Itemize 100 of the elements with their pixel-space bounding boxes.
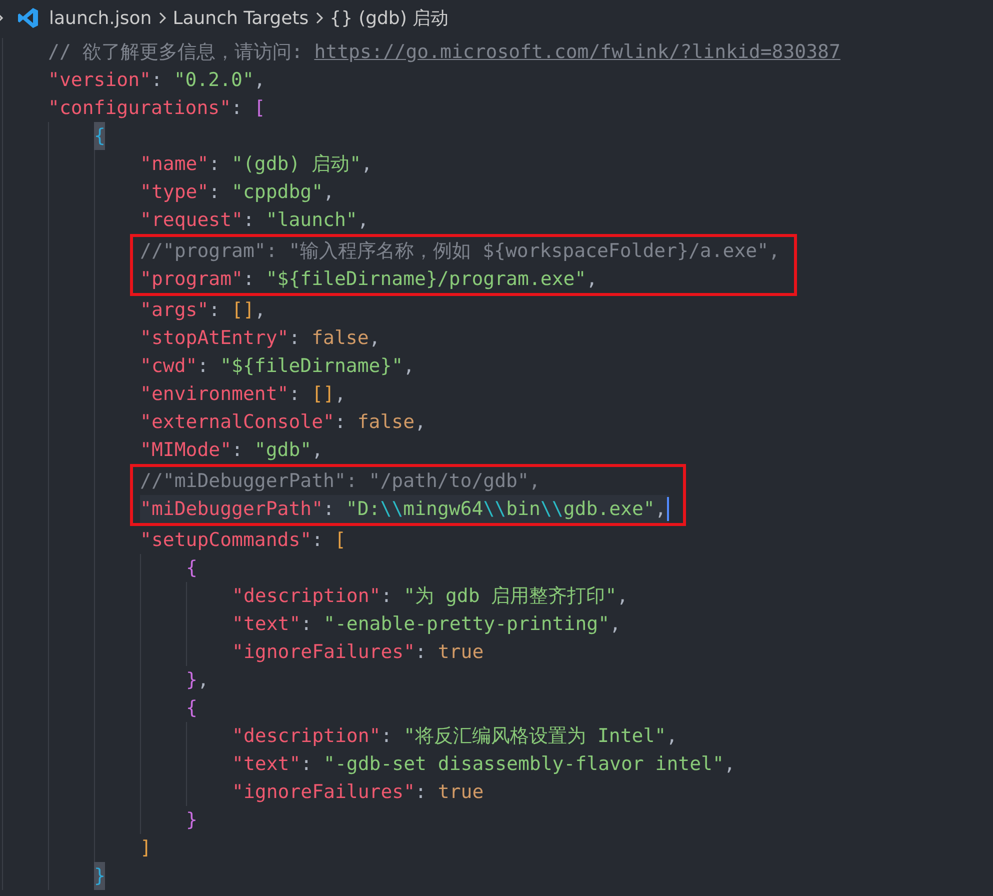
bracket: }: [186, 808, 198, 833]
json-key: "description": [232, 722, 381, 750]
code-editor-logo-icon: [17, 7, 39, 29]
punctuation: :: [208, 152, 222, 177]
punctuation: ,: [361, 152, 372, 177]
punctuation: ,: [368, 326, 380, 351]
string-value: "将反汇编风格设置为 Intel": [404, 724, 666, 749]
punctuation: :: [380, 724, 394, 749]
punctuation: :: [242, 208, 256, 233]
bracket: [: [334, 528, 346, 553]
bracket: ]: [140, 836, 152, 861]
bracket: {: [94, 122, 106, 150]
json-key: "MIMode": [140, 436, 232, 464]
json-key: "stopAtEntry": [140, 324, 289, 352]
punctuation: :: [288, 382, 302, 407]
breadcrumb-item[interactable]: Launch Targets: [172, 8, 309, 28]
json-key: "description": [232, 582, 381, 610]
json-key: "ignoreFailures": [232, 638, 416, 666]
bracket: }: [186, 668, 198, 693]
punctuation: :: [312, 528, 324, 553]
boolean-value: false: [312, 326, 369, 351]
string-value: "launch": [266, 208, 358, 233]
punctuation: :: [197, 354, 210, 379]
punctuation: :: [150, 68, 164, 93]
punctuation: :: [288, 326, 302, 351]
punctuation: ,: [616, 584, 628, 609]
punctuation: ,: [403, 354, 415, 379]
string-value: "-gdb-set disassembly-flavor intel": [324, 752, 724, 777]
punctuation: :: [380, 584, 394, 609]
string-value: "(gdb) 启动": [232, 152, 362, 177]
json-key: "environment": [140, 380, 289, 408]
punctuation: ,: [357, 208, 369, 233]
json-key: "text": [232, 610, 301, 638]
comment: //"program": "输入程序名称，例如 ${workspaceFolder}/a.exe",: [140, 239, 780, 264]
string-value: mingw64: [403, 497, 484, 522]
bracket: [: [254, 96, 266, 121]
boolean-value: false: [357, 410, 415, 435]
bracket: []: [232, 298, 254, 323]
punctuation: :: [415, 780, 428, 805]
punctuation: ,: [334, 382, 346, 407]
punctuation: ,: [610, 612, 621, 637]
bracket: {: [186, 556, 198, 581]
json-key: "text": [232, 750, 301, 778]
json-key: "cwd": [140, 352, 198, 380]
string-value: "0.2.0": [174, 68, 254, 93]
string-value: "${fileDirname}": [220, 354, 404, 379]
punctuation: :: [208, 298, 222, 323]
bracket: {: [186, 696, 198, 721]
string-value: "cppdbg": [232, 180, 324, 205]
punctuation: :: [300, 612, 314, 637]
punctuation: :: [208, 180, 222, 205]
punctuation: ,: [724, 752, 736, 777]
string-value: "为 gdb 启用整齐打印": [404, 584, 617, 609]
string-value: "-enable-pretty-printing": [324, 612, 610, 637]
string-value: "D:: [346, 497, 380, 522]
punctuation: :: [415, 640, 428, 665]
json-key: "ignoreFailures": [232, 778, 416, 806]
punctuation: ,: [414, 410, 426, 435]
punctuation: ,: [254, 298, 266, 323]
json-key: "name": [140, 150, 209, 178]
chevron-icon: [314, 11, 324, 25]
comment: // 欲了解更多信息，请访问:: [48, 40, 304, 65]
punctuation: :: [242, 267, 256, 292]
string-value: "${fileDirname}/program.exe": [266, 267, 586, 292]
string-value: bin: [506, 497, 540, 522]
json-key: "setupCommands": [140, 526, 312, 554]
json-key: "program": [140, 265, 243, 293]
boolean-value: true: [438, 780, 484, 805]
breadcrumb-item[interactable]: (gdb) 启动: [358, 6, 449, 30]
string-value: gdb.exe": [563, 497, 655, 522]
link[interactable]: https://go.microsoft.com/fwlink/?linkid=830387: [314, 38, 840, 66]
punctuation: ,: [312, 438, 324, 463]
punctuation: ,: [254, 68, 266, 93]
punctuation: ,: [197, 668, 209, 693]
text-cursor: [667, 497, 670, 521]
json-key: "version": [48, 66, 151, 94]
escape-sequence: \\: [380, 497, 404, 522]
chevron-icon: [158, 11, 167, 25]
comment: //"miDebuggerPath": "/path/to/gdb",: [140, 469, 540, 494]
punctuation: :: [334, 410, 347, 435]
punctuation: :: [232, 438, 244, 463]
punctuation: ,: [586, 267, 598, 292]
bracket: }: [94, 862, 106, 890]
json-key: "miDebuggerPath": [140, 495, 324, 523]
escape-sequence: \\: [540, 497, 564, 522]
json-key: "type": [140, 178, 209, 206]
string-value: "gdb": [254, 438, 312, 463]
bracket: []: [312, 382, 334, 407]
json-key: "args": [140, 296, 209, 324]
escape-sequence: \\: [483, 497, 506, 522]
punctuation: ,: [666, 724, 678, 749]
punctuation: :: [300, 752, 314, 777]
json-key: "configurations": [48, 94, 232, 122]
boolean-value: true: [438, 640, 484, 665]
breadcrumb-item[interactable]: launch.json: [49, 8, 152, 28]
json-key: "request": [140, 206, 243, 234]
json-key: "externalConsole": [140, 408, 334, 436]
braces-icon: {}: [330, 8, 353, 28]
punctuation: ,: [654, 497, 666, 522]
punctuation: :: [231, 96, 244, 121]
